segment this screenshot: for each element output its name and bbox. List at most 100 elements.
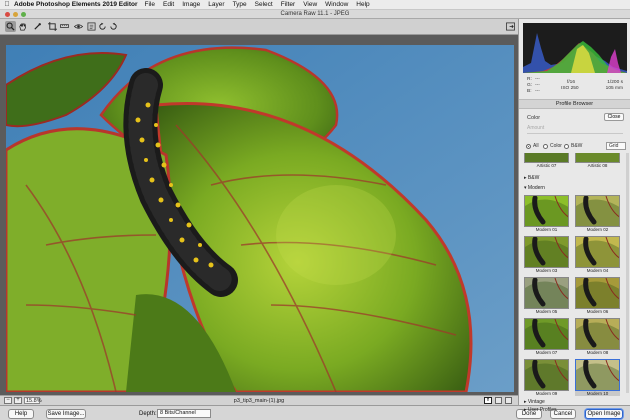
profile-label: Modern 02 [586, 227, 609, 232]
chevron-right-icon: ▸ [524, 175, 527, 181]
r-value: --- [535, 77, 540, 82]
profile-thumb[interactable]: Modern 01 [524, 195, 569, 232]
section-modern-label: Modern [527, 185, 545, 191]
profile-thumb-image [575, 236, 620, 268]
filter-all-label: All [533, 143, 539, 149]
profile-thumb[interactable]: Modern 05 [524, 277, 569, 314]
lens-value: 105 mm [605, 86, 623, 91]
g-value: --- [535, 83, 540, 88]
profile-scrollbar[interactable] [626, 153, 629, 393]
profile-label: Artistic 08 [587, 163, 608, 168]
open-image-button[interactable]: Open Image [585, 409, 623, 419]
menu-file[interactable]: File [145, 1, 155, 8]
section-modern[interactable]: ▾ Modern [524, 185, 545, 191]
white-balance-tool-icon[interactable] [32, 21, 43, 32]
iso-value: ISO 250 [561, 86, 579, 91]
profile-group-label: Color [527, 115, 541, 121]
profile-thumb[interactable]: Modern 10 [575, 359, 620, 396]
profile-thumb[interactable]: Artistic 07 [524, 153, 569, 168]
menu-type[interactable]: Type [233, 1, 247, 8]
profile-label: Modern 06 [586, 309, 609, 314]
profile-thumb[interactable]: Modern 08 [575, 318, 620, 355]
chevron-right-icon: ▸ [524, 407, 527, 413]
profile-thumb[interactable]: Modern 07 [524, 318, 569, 355]
profile-label: Modern 04 [586, 268, 609, 273]
amount-slider[interactable] [527, 133, 623, 134]
section-vintage-label: Vintage [527, 399, 545, 405]
red-eye-tool-icon[interactable] [73, 21, 84, 32]
profile-thumb[interactable]: Modern 04 [575, 236, 620, 273]
section-vintage[interactable]: ▸ Vintage [524, 399, 545, 405]
before-after-toggle[interactable]: Y [484, 397, 492, 404]
profile-filters: All Color B&W Grid [519, 142, 630, 152]
shutter-value: 1/200 s [607, 80, 623, 85]
section-bw[interactable]: ▸ B&W [524, 175, 539, 181]
window-title: Camera Raw 11.1 - JPEG [280, 11, 350, 17]
profile-label: Modern 08 [586, 350, 609, 355]
aperture-value: f/16 [567, 80, 576, 85]
chevron-right-icon: ▸ [524, 399, 527, 405]
status-bar: − + 15.8% p3_tip3_main-(1).jpg Y [0, 395, 518, 405]
save-image-button[interactable]: Save Image... [46, 409, 86, 419]
profile-thumb[interactable]: Modern 09 [524, 359, 569, 396]
zoom-tool-icon[interactable] [5, 21, 16, 32]
section-bw-label: B&W [527, 175, 540, 181]
apple-icon[interactable]:  [0, 1, 14, 8]
profile-thumb-image [575, 277, 620, 309]
camera-raw-window: Camera Raw 11.1 - JPEG − + 15.8% p3_tip3… [0, 10, 630, 420]
rotate-left-icon[interactable] [97, 21, 108, 32]
section-user-label: User Profiles [527, 407, 557, 413]
profile-label: Artistic 07 [536, 163, 557, 168]
menu-image[interactable]: Image [182, 1, 200, 8]
file-name: p3_tip3_main-(1).jpg [233, 398, 285, 404]
hand-tool-icon[interactable] [17, 21, 28, 32]
full-screen-icon[interactable] [506, 22, 515, 33]
amount-label: Amount [527, 125, 545, 131]
profile-thumb-image [575, 195, 620, 227]
preferences-icon[interactable] [86, 21, 97, 32]
help-button[interactable]: Help [8, 409, 34, 419]
tool-bar [0, 19, 518, 35]
profile-label: Modern 01 [535, 227, 558, 232]
chevron-down-icon: ▾ [524, 185, 527, 191]
profile-thumb[interactable]: Modern 06 [575, 277, 620, 314]
swap-icon[interactable] [495, 397, 502, 404]
menu-filter[interactable]: Filter [281, 1, 295, 8]
profile-thumb-image [524, 236, 569, 268]
depth-select[interactable]: 8 Bits/Channel [157, 409, 211, 418]
b-value: --- [535, 89, 540, 94]
filter-color-radio[interactable] [543, 143, 548, 149]
menu-help[interactable]: Help [356, 1, 369, 8]
view-mode-select[interactable]: Grid [606, 142, 626, 150]
menu-layer[interactable]: Layer [208, 1, 224, 8]
g-label: G: [527, 83, 533, 88]
app-menu[interactable]: Adobe Photoshop Elements 2019 Editor [14, 1, 138, 8]
filter-bw-radio[interactable] [564, 143, 569, 149]
filter-all-radio[interactable] [526, 143, 531, 149]
section-user-profiles[interactable]: ▸ User Profiles [524, 407, 557, 413]
copy-settings-icon[interactable] [505, 397, 512, 404]
profile-thumb-image [524, 277, 569, 309]
straighten-tool-icon[interactable] [59, 21, 70, 32]
profile-thumb-image [524, 318, 569, 350]
r-label: R: [527, 77, 532, 82]
menu-window[interactable]: Window [325, 1, 348, 8]
profile-thumb[interactable]: Modern 02 [575, 195, 620, 232]
menu-select[interactable]: Select [255, 1, 273, 8]
menu-edit[interactable]: Edit [163, 1, 174, 8]
crop-tool-icon[interactable] [47, 21, 58, 32]
photo-preview-image [6, 45, 514, 392]
right-panel: R: --- G: --- B: --- f/16 1/200 s ISO 25… [518, 19, 630, 413]
depth-label: Depth: [139, 411, 157, 417]
close-profile-browser-button[interactable]: Close [604, 113, 624, 121]
rotate-right-icon[interactable] [108, 21, 119, 32]
profile-thumb[interactable]: Modern 03 [524, 236, 569, 273]
profile-label: Modern 05 [535, 309, 558, 314]
profile-thumb-image [575, 359, 620, 391]
profile-thumb[interactable]: Artistic 08 [575, 153, 620, 168]
filter-color-label: Color [550, 143, 562, 149]
filter-bw-label: B&W [571, 143, 583, 149]
menu-view[interactable]: View [303, 1, 317, 8]
preview-canvas[interactable] [0, 35, 518, 395]
profile-browser-title: Profile Browser [519, 99, 630, 109]
